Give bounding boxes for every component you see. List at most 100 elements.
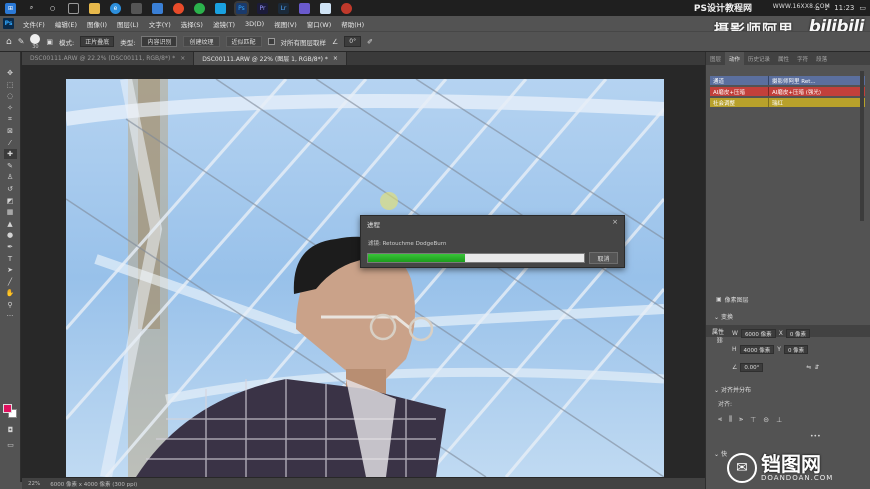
zoom-level[interactable]: 22% <box>28 481 40 487</box>
align-left-icon[interactable]: ⫷ <box>718 415 722 424</box>
screen-mode-icon[interactable]: ▭ <box>4 440 17 450</box>
dodge-tool-icon[interactable]: ● <box>4 230 17 240</box>
document-tab-1[interactable]: DSC00111.ARW @ 22.2% (DSC00111, RGB/8*) … <box>22 52 195 65</box>
finder-icon[interactable] <box>320 2 331 14</box>
crop-tool-icon[interactable]: ⌗ <box>4 114 17 124</box>
height-field[interactable]: 4000 像素 <box>739 345 775 354</box>
menu-image[interactable]: 图像(I) <box>82 19 112 29</box>
type-tool-icon[interactable]: T <box>4 254 17 264</box>
notification-icon[interactable]: ▭ <box>859 4 866 12</box>
proximity-match-button[interactable]: 近似匹配 <box>225 36 262 47</box>
flip-vertical-icon[interactable]: ⇵ <box>814 364 819 371</box>
document-tab-2[interactable]: DSC00111.ARW @ 22% (图层 1, RGB/8*) * × <box>194 52 347 65</box>
mail-icon[interactable] <box>152 2 163 14</box>
gradient-tool-icon[interactable]: ▦ <box>4 207 17 217</box>
home-icon[interactable]: ⌂ <box>6 37 12 47</box>
app-icon[interactable] <box>215 2 226 14</box>
tab-character[interactable]: 字符 <box>793 52 812 65</box>
quick-actions-title[interactable]: ⌄ 快 <box>714 449 727 458</box>
align-middle-icon[interactable]: ⊝ <box>763 416 769 424</box>
document-canvas[interactable] <box>66 79 664 477</box>
move-tool-icon[interactable]: ✥ <box>4 68 17 78</box>
menu-filter[interactable]: 滤镜(T) <box>208 19 240 29</box>
history-brush-tool-icon[interactable]: ↺ <box>4 184 17 194</box>
y-field[interactable]: 0 像素 <box>783 345 809 354</box>
close-icon[interactable]: × <box>612 218 618 226</box>
x-field[interactable]: 0 像素 <box>785 329 811 338</box>
action-row[interactable]: 通道 摄影师阿里 Ret... <box>710 76 865 85</box>
tab-paragraph[interactable]: 段落 <box>812 52 831 65</box>
clock[interactable]: 11:23 <box>834 4 854 12</box>
align-top-icon[interactable]: ⊤ <box>750 416 756 424</box>
magic-wand-tool-icon[interactable]: ✧ <box>4 103 17 113</box>
lightroom-icon[interactable]: Lr <box>278 2 289 14</box>
cancel-button[interactable]: 取消 <box>589 252 618 264</box>
align-bottom-icon[interactable]: ⊥ <box>776 416 782 424</box>
sample-all-layers-checkbox[interactable] <box>267 38 275 45</box>
lasso-tool-icon[interactable]: ◌ <box>4 91 17 101</box>
menu-view[interactable]: 视图(V) <box>269 19 302 29</box>
premiere-icon[interactable]: Pr <box>257 2 268 14</box>
tab-history[interactable]: 历史记录 <box>744 52 774 65</box>
folder-icon[interactable] <box>89 2 100 14</box>
close-icon[interactable]: × <box>333 55 338 62</box>
more-tools-icon[interactable]: ··· <box>4 311 17 321</box>
pen-tool-icon[interactable]: ✒ <box>4 242 17 252</box>
windows-start-icon[interactable]: ⊞ <box>5 2 16 14</box>
action-row[interactable]: 社会调整 瑞红 <box>710 98 865 107</box>
transform-section-title[interactable]: ⌄ 变换 <box>714 312 733 321</box>
foreground-color-swatch[interactable] <box>3 404 12 413</box>
brush-settings-icon[interactable]: ▣ <box>46 38 53 46</box>
menu-edit[interactable]: 编辑(E) <box>50 19 82 29</box>
more-options-icon[interactable]: ••• <box>810 433 821 440</box>
network-icon[interactable]: ⌂ <box>815 4 819 12</box>
menu-3d[interactable]: 3D(D) <box>240 20 269 28</box>
menu-help[interactable]: 帮助(H) <box>336 19 369 29</box>
menu-layer[interactable]: 图层(L) <box>112 19 144 29</box>
quick-mask-icon[interactable]: ◘ <box>4 425 17 435</box>
eraser-tool-icon[interactable]: ◩ <box>4 196 17 206</box>
disc-icon[interactable] <box>341 2 352 14</box>
menu-select[interactable]: 选择(S) <box>176 19 208 29</box>
eyedropper-tool-icon[interactable]: ⁄ <box>4 138 17 148</box>
menu-window[interactable]: 窗口(W) <box>302 19 337 29</box>
browser-icon[interactable] <box>173 2 184 14</box>
menu-file[interactable]: 文件(F) <box>18 19 50 29</box>
blur-tool-icon[interactable]: ▲ <box>4 219 17 229</box>
angle-field[interactable]: 0.00° <box>740 363 764 372</box>
hand-tool-icon[interactable]: ✋ <box>4 288 17 298</box>
pressure-icon[interactable]: ✐ <box>367 38 373 46</box>
close-icon[interactable]: × <box>180 55 185 62</box>
zoom-tool-icon[interactable]: ⚲ <box>4 300 17 310</box>
tab-actions[interactable]: 动作 <box>725 52 745 65</box>
search-icon[interactable]: ⌕ <box>26 3 37 14</box>
tab-layers[interactable]: 图层 <box>706 52 725 65</box>
action-row[interactable]: AI磨皮+压暗 AI磨皮+压暗 (强光) <box>710 87 865 96</box>
path-select-tool-icon[interactable]: ➤ <box>4 265 17 275</box>
angle-field[interactable]: 0° <box>344 36 362 47</box>
content-aware-button[interactable]: 内容识别 <box>141 36 178 47</box>
task-view-icon[interactable] <box>68 2 79 14</box>
align-center-icon[interactable]: ⫼ <box>729 415 732 424</box>
store-icon[interactable] <box>131 2 142 14</box>
link-dimensions-icon[interactable]: ⛓ <box>716 337 724 344</box>
tab-properties[interactable]: 属性 <box>774 52 793 65</box>
frame-tool-icon[interactable]: ⊠ <box>4 126 17 136</box>
flip-horizontal-icon[interactable]: ⇋ <box>806 364 811 371</box>
spot-healing-tool-icon[interactable]: ✚ <box>3 149 17 160</box>
media-icon[interactable] <box>299 2 310 14</box>
align-section-title[interactable]: ⌄ 对齐并分布 <box>714 385 751 394</box>
mode-select[interactable]: 正片叠底 <box>80 36 115 47</box>
menu-type[interactable]: 文字(Y) <box>144 19 176 29</box>
scrollbar[interactable] <box>860 71 864 221</box>
wechat-icon[interactable] <box>194 2 205 14</box>
cortana-icon[interactable]: ○ <box>47 3 58 14</box>
align-right-icon[interactable]: ⫸ <box>739 415 743 424</box>
brush-preset-picker[interactable]: 30 <box>30 33 41 50</box>
volume-icon[interactable]: ♪ <box>825 4 829 12</box>
create-texture-button[interactable]: 创建纹理 <box>183 36 220 47</box>
brush-tool-icon[interactable]: ✎ <box>4 161 17 171</box>
stamp-tool-icon[interactable]: ♙ <box>4 172 17 182</box>
photoshop-icon[interactable]: Ps <box>236 2 247 14</box>
edge-icon[interactable]: e <box>110 2 121 14</box>
